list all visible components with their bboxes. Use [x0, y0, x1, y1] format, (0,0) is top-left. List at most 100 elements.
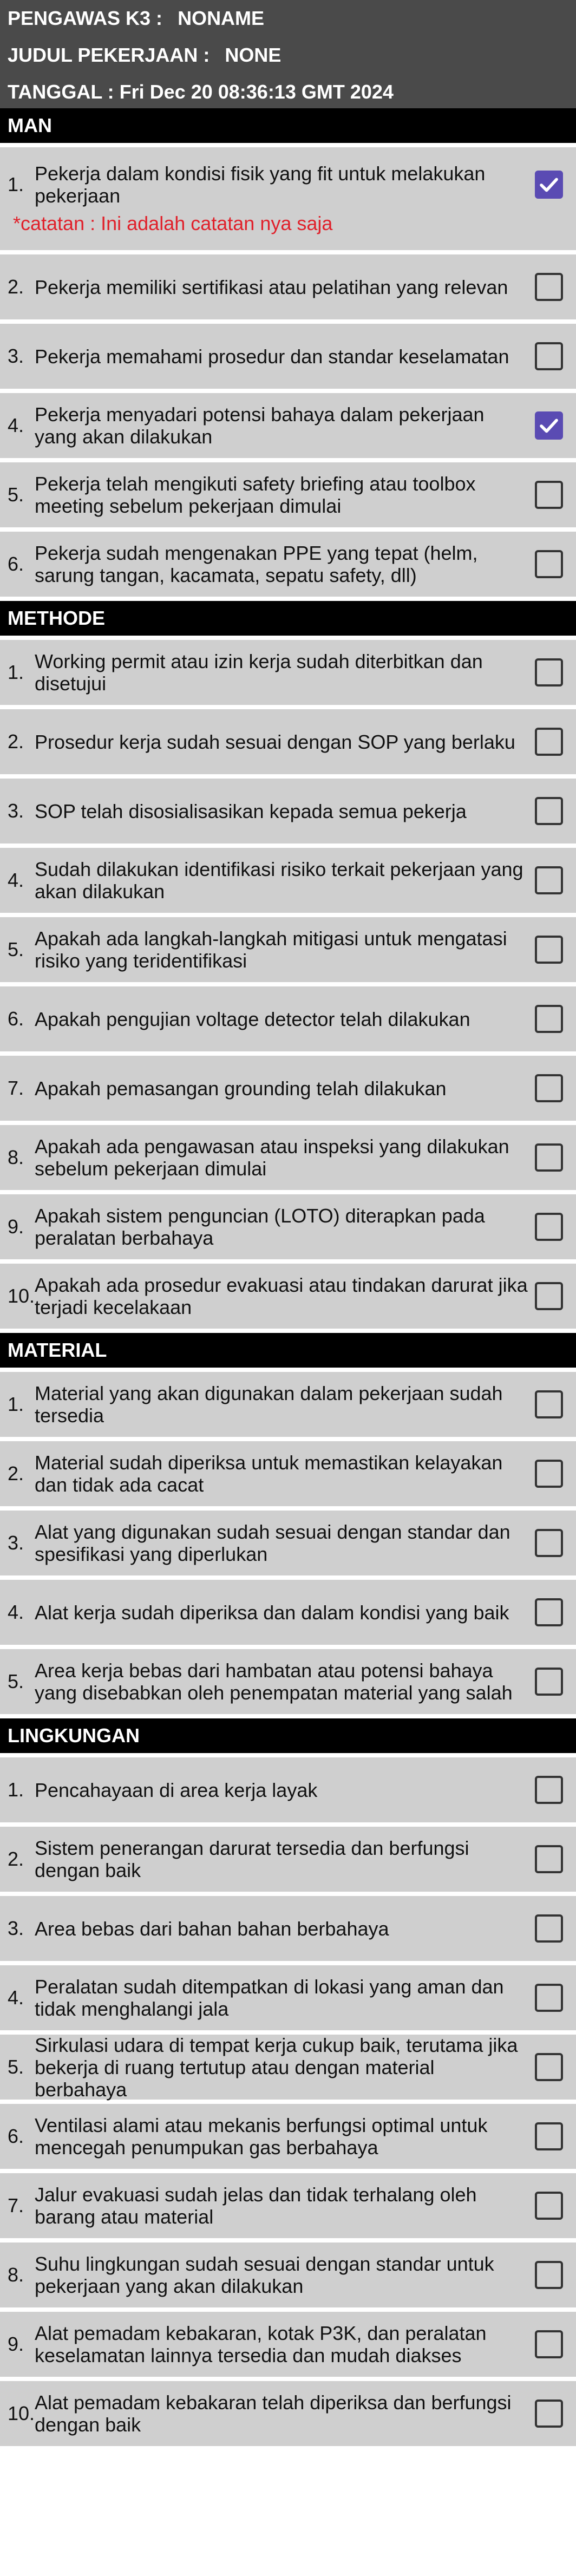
checklist-item[interactable]: 2. Pekerja memiliki sertifikasi atau pela… — [0, 254, 576, 319]
checkbox[interactable] — [535, 2192, 563, 2220]
checklist-item[interactable]: 1. Working permit atau izin kerja sudah d… — [0, 640, 576, 705]
checkmark-icon — [540, 178, 558, 192]
checklist-item[interactable]: 3. Alat yang digunakan sudah sesuai denga… — [0, 1511, 576, 1575]
item-text: Area kerja bebas dari hambatan atau pote… — [35, 1659, 513, 1704]
judul-label: JUDUL PEKERJAAN : — [8, 44, 210, 66]
item-text: Suhu lingkungan sudah sesuai dengan stan… — [35, 2253, 494, 2297]
item-text: Pekerja menyadari potensi bahaya dalam p… — [35, 403, 485, 448]
checklist-item[interactable]: 4. Pekerja menyadari potensi bahaya dalam… — [0, 393, 576, 458]
checklist-item[interactable]: 10. Alat pemadam kebakaran telah diperiks… — [0, 2381, 576, 2446]
checklist-item[interactable]: 3. Pekerja memahami prosedur dan standar … — [0, 324, 576, 389]
checklist-item[interactable]: 4. Sudah dilakukan identifikasi risiko te… — [0, 848, 576, 913]
item-number: 5. — [8, 1670, 24, 1692]
checklist-item[interactable]: 3. SOP telah disosialisasikan kepada semu… — [0, 779, 576, 844]
checkbox[interactable] — [535, 550, 563, 578]
item-number: 6. — [8, 553, 24, 575]
item-text: Apakah pemasangan grounding telah dilaku… — [35, 1077, 447, 1100]
checkbox[interactable] — [535, 1668, 563, 1696]
checkbox[interactable] — [535, 1914, 563, 1943]
item-text: Apakah sistem penguncian (LOTO) diterapk… — [35, 1205, 485, 1249]
checkbox[interactable] — [535, 2122, 563, 2150]
item-number: 2. — [8, 276, 24, 298]
item-note: *catatan : Ini adalah catatan nya saja — [13, 212, 333, 234]
checklist-item[interactable]: 5. Pekerja telah mengikuti safety briefin… — [0, 462, 576, 527]
checkbox[interactable] — [535, 1390, 563, 1418]
checkbox[interactable] — [535, 2330, 563, 2358]
checkbox[interactable] — [535, 1984, 563, 2012]
checklist-item[interactable]: 4. Alat kerja sudah diperiksa dan dalam k… — [0, 1580, 576, 1645]
checklist-item-row: 2. Material sudah diperiksa untuk memasti… — [8, 1452, 563, 1496]
item-text: Apakah ada pengawasan atau inspeksi yang… — [35, 1135, 509, 1180]
checklist-item-row: 7. Apakah pemasangan grounding telah dila… — [8, 1074, 563, 1102]
checkbox[interactable] — [535, 2400, 563, 2428]
checklist-item[interactable]: 7. Apakah pemasangan grounding telah dila… — [0, 1056, 576, 1121]
item-text: Alat yang digunakan sudah sesuai dengan … — [35, 1521, 510, 1565]
checkbox[interactable] — [535, 1282, 563, 1310]
checklist-item-row: 1. Working permit atau izin kerja sudah d… — [8, 650, 563, 695]
checkbox[interactable] — [535, 1776, 563, 1804]
checklist-item[interactable]: 4. Peralatan sudah ditempatkan di lokasi … — [0, 1965, 576, 2030]
checkbox[interactable] — [535, 1213, 563, 1241]
checklist-item[interactable]: 1. Pekerja dalam kondisi fisik yang fit u… — [0, 147, 576, 250]
checklist-item-row: 9. Alat pemadam kebakaran, kotak P3K, dan… — [8, 2322, 563, 2366]
checklist-item[interactable]: 1. Material yang akan digunakan dalam pek… — [0, 1372, 576, 1437]
checkbox[interactable] — [535, 171, 563, 199]
checklist-item[interactable]: 8. Apakah ada pengawasan atau inspeksi ya… — [0, 1125, 576, 1190]
checkbox[interactable] — [535, 1845, 563, 1873]
checkbox[interactable] — [535, 273, 563, 301]
checklist-item[interactable]: 5. Area kerja bebas dari hambatan atau po… — [0, 1649, 576, 1714]
checklist-item[interactable]: 6. Ventilasi alami atau mekanis berfungsi… — [0, 2104, 576, 2169]
checkbox[interactable] — [535, 797, 563, 825]
item-text: Jalur evakuasi sudah jelas dan tidak ter… — [35, 2183, 477, 2228]
pengawas-value: NONAME — [178, 7, 265, 29]
item-text: Sudah dilakukan identifikasi risiko terk… — [35, 858, 523, 903]
checklist-item-row: 5. Pekerja telah mengikuti safety briefin… — [8, 473, 563, 517]
checkbox[interactable] — [535, 658, 563, 687]
checkbox[interactable] — [535, 2053, 563, 2081]
checkbox[interactable] — [535, 481, 563, 509]
section-title-man: MAN — [0, 108, 576, 143]
checkbox[interactable] — [535, 411, 563, 440]
checkbox[interactable] — [535, 1598, 563, 1626]
item-number: 9. — [8, 2333, 24, 2355]
checklist-item[interactable]: 7. Jalur evakuasi sudah jelas dan tidak t… — [0, 2173, 576, 2238]
section-title-lingkungan: LINGKUNGAN — [0, 1718, 576, 1753]
checkbox[interactable] — [535, 2261, 563, 2289]
item-number: 9. — [8, 1215, 24, 1238]
checkbox[interactable] — [535, 1529, 563, 1557]
checklist-item[interactable]: 6. Apakah pengujian voltage detector tela… — [0, 986, 576, 1051]
checklist-item-row: 3. Area bebas dari bahan bahan berbahaya — [8, 1914, 563, 1943]
checkbox[interactable] — [535, 1074, 563, 1102]
item-text: Pekerja telah mengikuti safety briefing … — [35, 473, 476, 517]
item-text: Material sudah diperiksa untuk memastika… — [35, 1452, 503, 1496]
checklist-item[interactable]: 5. Apakah ada langkah-langkah mitigasi un… — [0, 917, 576, 982]
checkbox[interactable] — [535, 342, 563, 370]
checkbox[interactable] — [535, 728, 563, 756]
checkbox[interactable] — [535, 1460, 563, 1488]
checklist-item[interactable]: 2. Prosedur kerja sudah sesuai dengan SOP… — [0, 709, 576, 774]
item-text: Material yang akan digunakan dalam peker… — [35, 1382, 503, 1427]
item-number: 8. — [8, 1146, 24, 1168]
info-header: PENGAWAS K3 : NONAME JUDUL PEKERJAAN : N… — [0, 0, 576, 108]
checklist-item[interactable]: 9. Alat pemadam kebakaran, kotak P3K, dan… — [0, 2312, 576, 2377]
checklist-item[interactable]: 2. Material sudah diperiksa untuk memasti… — [0, 1441, 576, 1506]
item-number: 4. — [8, 1601, 24, 1623]
checklist-item[interactable]: 9. Apakah sistem penguncian (LOTO) ditera… — [0, 1194, 576, 1259]
item-text: Apakah ada prosedur evakuasi atau tindak… — [35, 1274, 528, 1318]
item-number: 3. — [8, 1917, 24, 1939]
item-text: Sirkulasi udara di tempat kerja cukup ba… — [35, 2034, 518, 2101]
checklist-item[interactable]: 5. Sirkulasi udara di tempat kerja cukup … — [0, 2034, 576, 2101]
checkbox[interactable] — [535, 866, 563, 894]
checklist-item[interactable]: 8. Suhu lingkungan sudah sesuai dengan st… — [0, 2242, 576, 2307]
checkbox[interactable] — [535, 1143, 563, 1172]
section-methode: METHODE 1. Working permit atau izin kerja … — [0, 601, 576, 1329]
checkbox[interactable] — [535, 1005, 563, 1033]
checklist-item[interactable]: 3. Area bebas dari bahan bahan berbahaya — [0, 1896, 576, 1961]
checklist-item[interactable]: 6. Pekerja sudah mengenakan PPE yang tepa… — [0, 532, 576, 597]
checklist-item[interactable]: 1. Pencahayaan di area kerja layak — [0, 1757, 576, 1822]
checkbox[interactable] — [535, 936, 563, 964]
checklist-item[interactable]: 2. Sistem penerangan darurat tersedia dan… — [0, 1827, 576, 1892]
checklist-item[interactable]: 10. Apakah ada prosedur evakuasi atau tin… — [0, 1264, 576, 1329]
judul-row: JUDUL PEKERJAAN : NONE — [8, 37, 568, 74]
item-text: Pekerja dalam kondisi fisik yang fit unt… — [35, 162, 486, 207]
